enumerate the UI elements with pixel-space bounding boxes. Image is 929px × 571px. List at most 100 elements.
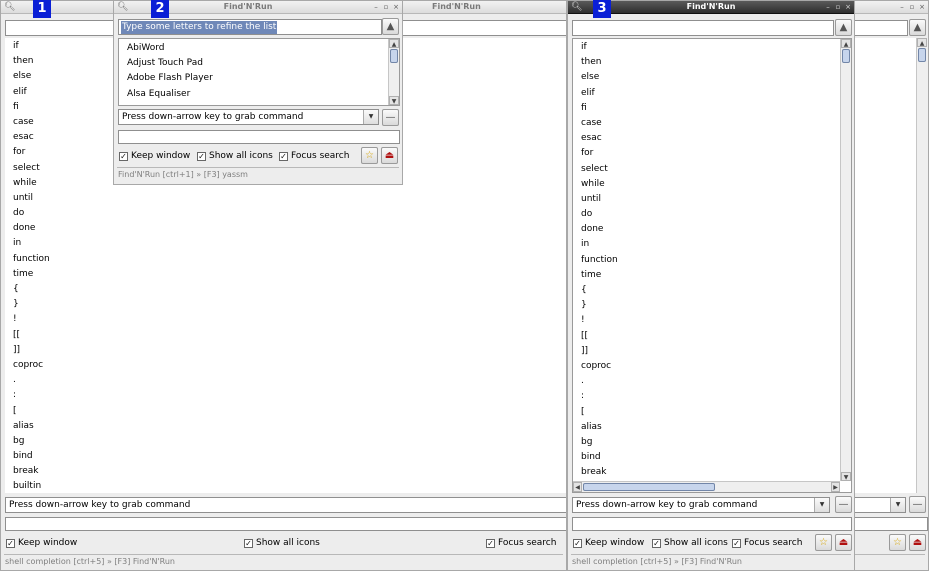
show-all-icons-checkbox[interactable]: ✓ Show all icons [197,151,273,162]
chevron-down-icon[interactable]: ▼ [890,498,905,512]
command-list[interactable]: ▲ [851,38,928,493]
command-combo[interactable]: Press down-arrow key to grab command ▼ [572,497,830,513]
focus-search-checkbox[interactable]: ✓ Focus search [279,151,349,162]
command-list-item[interactable]: [[ [5,328,566,343]
favorite-button[interactable]: ☆ [361,147,378,164]
app-list-item[interactable]: Alsa Equaliser [119,87,399,102]
app-list[interactable]: AbiWord Adjust Touch Pad Adobe Flash Playe… [118,38,400,106]
show-all-icons-checkbox[interactable]: ✓ Show all icons [244,538,320,549]
app-list-item[interactable]: Adjust Touch Pad [119,56,399,71]
command-list-item[interactable]: break [573,465,851,480]
command-list-item[interactable]: elif [573,86,851,101]
command-combo[interactable]: Press down-arrow key to grab command ▼ [118,109,379,125]
command-list-item[interactable]: : [573,389,851,404]
favorite-button[interactable]: ☆ [815,534,832,551]
favorite-button[interactable]: ☆ [889,534,906,551]
command-list-item[interactable]: then [573,55,851,70]
command-list-item[interactable]: alias [5,419,566,434]
scroll-up-icon[interactable]: ▲ [917,38,927,47]
search-input[interactable] [851,20,908,36]
vertical-scrollbar[interactable]: ▲ ▼ [388,39,399,105]
scroll-thumb[interactable] [842,49,850,63]
close-icon[interactable]: × [392,3,400,11]
command-list-item[interactable]: while [573,177,851,192]
command-list-item[interactable]: in [573,237,851,252]
scroll-up-icon[interactable]: ▲ [841,39,851,48]
command-list-item[interactable]: ]] [573,344,851,359]
command-list-item[interactable]: break [5,464,566,479]
scroll-thumb[interactable] [583,483,715,491]
command-list-item[interactable]: ]] [5,343,566,358]
secondary-input[interactable] [5,517,566,531]
command-list-item[interactable]: in [5,236,566,251]
minimize-icon[interactable]: – [898,3,906,11]
minimize-icon[interactable]: – [372,3,380,11]
scroll-up-icon[interactable]: ▲ [389,39,399,48]
command-list-item[interactable]: coproc [573,359,851,374]
command-list-item[interactable]: bind [573,450,851,465]
secondary-input[interactable] [118,130,400,144]
command-list-item[interactable]: fi [573,101,851,116]
remove-button[interactable]: — [382,109,399,126]
exit-button[interactable]: ⏏ [835,534,852,551]
command-list-item[interactable]: done [573,222,851,237]
exit-button[interactable]: ⏏ [381,147,398,164]
clear-search-button[interactable]: ▲ [909,19,926,36]
app-list-item[interactable]: Adobe Flash Player [119,71,399,86]
command-list-item[interactable]: select [573,162,851,177]
command-list-item[interactable]: until [5,191,566,206]
command-list-item[interactable]: } [573,298,851,313]
command-list-item[interactable]: ! [573,313,851,328]
window-right-titlebar[interactable]: – ▫ × [851,1,928,14]
chevron-down-icon[interactable]: ▼ [814,498,829,512]
command-list-item[interactable]: time [5,267,566,282]
scroll-down-icon[interactable]: ▼ [389,96,399,105]
command-list-item[interactable]: [[ [573,329,851,344]
maximize-icon[interactable]: ▫ [382,3,390,11]
command-list-item[interactable]: esac [573,131,851,146]
command-list-item[interactable]: [ [573,405,851,420]
command-list-item[interactable]: bg [5,434,566,449]
command-list-item[interactable]: time [573,268,851,283]
remove-button[interactable]: — [835,496,852,513]
search-input[interactable]: Type some letters to refine the list [118,19,382,35]
keep-window-checkbox[interactable]: ✓ Keep window [573,538,644,549]
command-list-item[interactable]: coproc [5,358,566,373]
command-list-item[interactable]: do [573,207,851,222]
command-list-item[interactable]: [ [5,404,566,419]
command-list-item[interactable]: else [573,70,851,85]
maximize-icon[interactable]: ▫ [834,3,842,11]
close-icon[interactable]: × [918,3,926,11]
focus-search-checkbox[interactable]: ✓ Focus search [732,538,802,549]
scrollbar[interactable]: ▲ [916,38,928,493]
scroll-thumb[interactable] [918,48,926,62]
command-list-item[interactable]: until [573,192,851,207]
command-list-item[interactable]: function [5,252,566,267]
secondary-input[interactable] [572,517,852,531]
scroll-left-icon[interactable]: ◀ [573,482,582,492]
show-all-icons-checkbox[interactable]: ✓ Show all icons [652,538,728,549]
remove-button[interactable]: — [909,496,926,513]
command-combo[interactable]: Press down-arrow key to grab command [5,497,566,513]
command-list-item[interactable]: builtin [5,479,566,493]
command-list-item[interactable]: { [5,282,566,297]
command-combo[interactable]: ▼ [851,497,906,513]
command-list-item[interactable]: . [5,373,566,388]
focus-search-checkbox[interactable]: ✓ Focus search [486,538,556,549]
command-list-item[interactable]: if [573,40,851,55]
horizontal-scrollbar[interactable]: ◀ ▶ [573,481,840,492]
clear-search-button[interactable]: ▲ [382,18,399,35]
command-list-item[interactable]: case [573,116,851,131]
command-list-item[interactable]: done [5,221,566,236]
vertical-scrollbar[interactable]: ▲ ▼ [840,39,851,481]
scroll-down-icon[interactable]: ▼ [841,472,851,481]
command-list-item[interactable]: for [573,146,851,161]
search-input[interactable] [572,20,834,36]
command-list-item[interactable]: . [573,374,851,389]
clear-search-button[interactable]: ▲ [835,19,852,36]
scroll-thumb[interactable] [390,49,398,63]
minimize-icon[interactable]: – [824,3,832,11]
keep-window-checkbox[interactable]: ✓ Keep window [119,151,190,162]
command-list-item[interactable]: : [5,388,566,403]
secondary-input[interactable] [851,517,928,531]
